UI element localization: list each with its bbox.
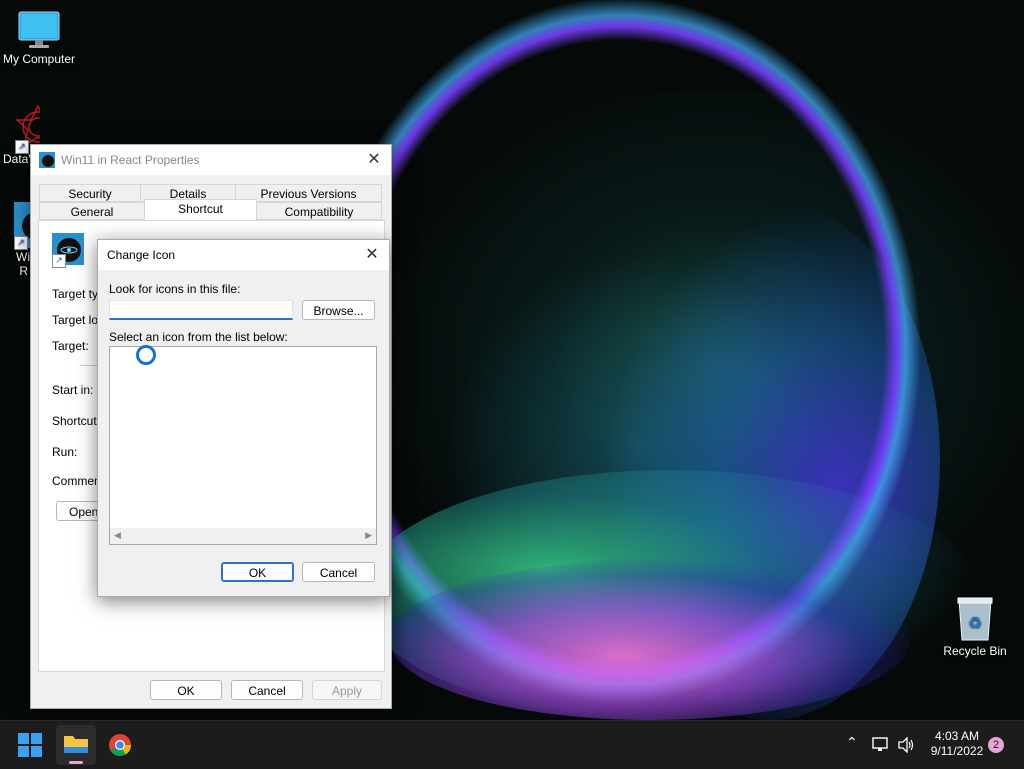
start-in-label: Start in: <box>52 383 94 397</box>
desktop-icon-label: Recycle Bin <box>943 644 1007 658</box>
loading-spinner-icon <box>136 345 156 365</box>
shortcut-arrow-icon: ↗ <box>14 236 28 250</box>
cancel-button[interactable]: Cancel <box>231 680 303 700</box>
icon-list[interactable]: ◀ ▶ <box>109 345 377 545</box>
ok-button[interactable]: OK <box>150 680 222 700</box>
active-indicator <box>69 761 83 764</box>
folder-icon <box>64 736 88 753</box>
desktop-icon-label: My Computer <box>2 52 76 66</box>
monitor-icon <box>18 11 60 48</box>
close-icon[interactable]: ✕ <box>363 246 381 264</box>
browse-button[interactable]: Browse... <box>302 300 375 320</box>
look-for-icons-label: Look for icons in this file: <box>109 282 241 296</box>
tab-compatibility[interactable]: Compatibility <box>256 202 382 220</box>
scroll-left-icon[interactable]: ◀ <box>114 530 121 541</box>
taskbar: ⌃ 4:03 AM 9/11/2022 2 <box>0 720 1024 769</box>
change-icon-titlebar[interactable]: Change Icon ✕ <box>98 240 389 270</box>
select-icon-label: Select an icon from the list below: <box>109 330 288 344</box>
scroll-right-icon[interactable]: ▶ <box>365 530 372 541</box>
tab-general[interactable]: General <box>39 202 145 220</box>
clock-date: 9/11/2022 <box>930 744 984 758</box>
clock-time: 4:03 AM <box>934 729 980 743</box>
desktop-icon-my-computer[interactable]: My Computer <box>0 10 78 66</box>
cancel-button[interactable]: Cancel <box>302 562 375 582</box>
apply-button[interactable]: Apply <box>312 680 382 700</box>
react-app-icon <box>39 152 55 168</box>
recycle-bin-icon: ♻ <box>957 597 993 641</box>
tab-security[interactable]: Security <box>39 184 141 202</box>
chevron-up-icon[interactable]: ⌃ <box>846 734 858 751</box>
network-icon[interactable] <box>872 737 890 753</box>
svg-text:♻: ♻ <box>968 615 982 632</box>
speaker-icon[interactable] <box>898 737 916 753</box>
start-button[interactable] <box>18 733 42 757</box>
clock[interactable]: 4:03 AM 9/11/2022 <box>922 729 992 759</box>
change-icon-dialog: Change Icon ✕ Look for icons in this fil… <box>97 239 390 597</box>
windows-logo-icon <box>18 733 42 757</box>
tab-previous-versions[interactable]: Previous Versions <box>235 184 382 202</box>
dialog-title: Change Icon <box>107 248 176 262</box>
window-title: Win11 in React Properties <box>61 153 200 167</box>
taskbar-file-explorer[interactable] <box>56 725 96 765</box>
properties-titlebar[interactable]: Win11 in React Properties ✕ <box>31 145 391 175</box>
taskbar-chrome[interactable] <box>108 733 132 757</box>
shortcut-arrow-icon: ↗ <box>52 254 66 268</box>
desktop-icon-recycle-bin[interactable]: ♻ Recycle Bin <box>936 596 1014 658</box>
ok-button[interactable]: OK <box>221 562 294 582</box>
notification-badge[interactable]: 2 <box>988 737 1004 753</box>
shortcut-arrow-icon: ↗ <box>15 140 29 154</box>
close-icon[interactable]: ✕ <box>365 151 383 169</box>
run-label: Run: <box>52 445 78 459</box>
target-label: Target: <box>52 339 89 353</box>
chrome-icon <box>109 734 131 756</box>
icon-file-input[interactable] <box>109 300 293 320</box>
horizontal-scrollbar[interactable]: ◀ ▶ <box>110 528 376 544</box>
tab-shortcut[interactable]: Shortcut <box>144 199 257 220</box>
